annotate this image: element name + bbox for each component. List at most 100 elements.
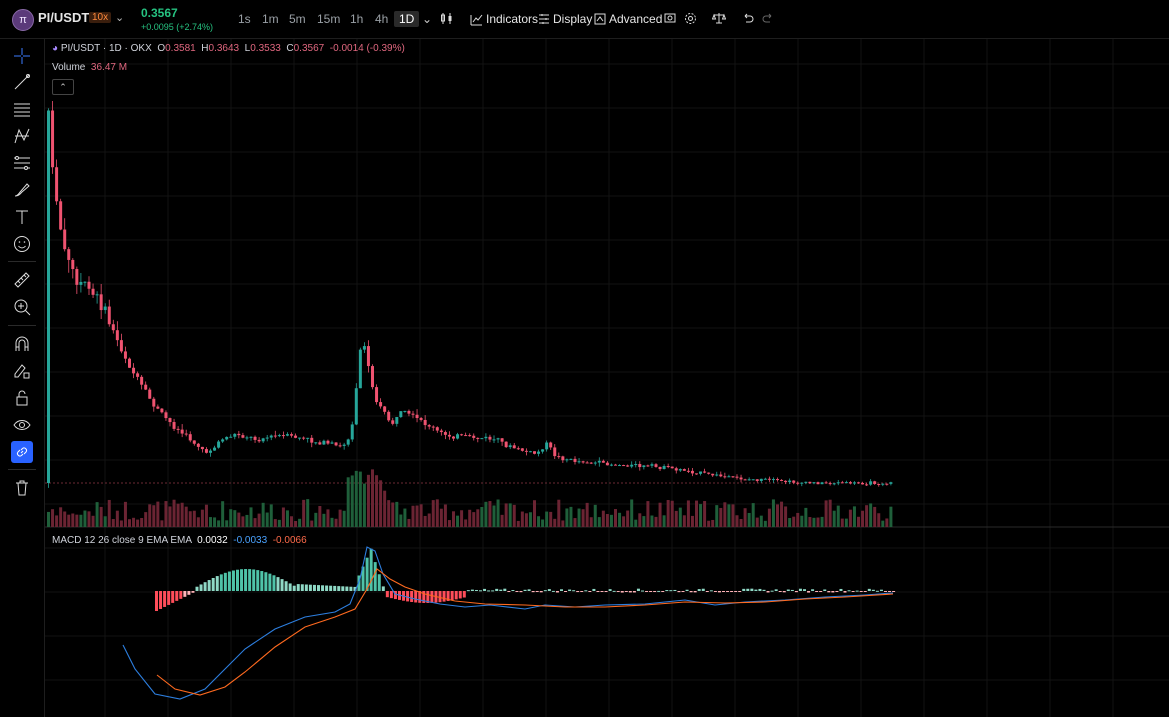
toolbar-divider — [8, 261, 36, 262]
macd-histogram-bar — [321, 585, 325, 591]
macd-histogram-bar — [843, 591, 847, 593]
timeframe-1h[interactable]: 1h — [350, 12, 363, 26]
chart-type-button[interactable] — [440, 12, 453, 25]
volume-bar — [91, 515, 95, 527]
macd-histogram-bar — [576, 591, 580, 593]
macd-histogram-bar — [661, 591, 665, 592]
ruler-tool[interactable] — [11, 269, 33, 291]
macd-histogram-bar — [276, 577, 280, 591]
macd-histogram-bar — [588, 591, 592, 592]
macd-histogram-bar — [600, 591, 604, 592]
volume-bar — [435, 499, 439, 527]
volume-bar — [520, 511, 524, 527]
redo-button[interactable] — [762, 12, 774, 24]
indicators-button[interactable]: Indicators — [470, 12, 538, 26]
coin-logo-icon: π — [12, 9, 34, 31]
volume-bar — [342, 510, 346, 527]
volume-bar — [686, 500, 690, 527]
price-chart[interactable] — [45, 39, 1169, 717]
candle-body — [452, 436, 455, 439]
open-value: 0.3581 — [165, 43, 196, 54]
timeframe-5m[interactable]: 5m — [289, 12, 306, 26]
volume-bar — [209, 517, 212, 527]
candle-body — [180, 429, 184, 434]
volume-bar — [699, 504, 703, 527]
horizontal-lines-tool[interactable] — [11, 98, 33, 120]
candle-body — [537, 451, 541, 454]
symbol-name[interactable]: PI/USDT — [38, 10, 89, 25]
crosshair-tool[interactable] — [11, 45, 33, 67]
candle-body — [71, 259, 75, 270]
volume-bar — [524, 513, 528, 527]
volume-bar — [666, 500, 670, 527]
macd-histogram-bar — [280, 579, 284, 591]
snapshot-button[interactable] — [664, 12, 676, 24]
volume-bar — [217, 520, 221, 527]
timeframe-1s[interactable]: 1s — [238, 12, 251, 26]
volume-bar — [148, 504, 152, 527]
display-button[interactable]: Display — [538, 12, 592, 26]
volume-bar — [731, 504, 735, 527]
advanced-button[interactable]: Advanced — [594, 12, 662, 26]
advanced-label: Advanced — [609, 12, 663, 26]
volume-bar — [889, 506, 893, 527]
compare-button[interactable] — [712, 12, 726, 24]
timeframe-1m[interactable]: 1m — [262, 12, 279, 26]
emoji-tool[interactable] — [11, 233, 33, 255]
candles — [47, 101, 893, 488]
volume-bar — [391, 502, 395, 527]
candle-body — [439, 430, 443, 433]
delete-tool[interactable] — [11, 477, 33, 499]
candle-body — [824, 482, 828, 484]
timeframe-15m[interactable]: 15m — [317, 12, 340, 26]
candle-body — [79, 281, 83, 285]
candle-body — [877, 483, 881, 485]
volume-bar — [245, 514, 249, 527]
candle-body — [865, 484, 869, 486]
undo-button[interactable] — [742, 12, 754, 24]
volume-bar — [180, 502, 184, 527]
collapse-legend-button[interactable]: ⌃ — [52, 79, 74, 95]
lock-drawings-tool[interactable] — [11, 360, 33, 382]
macd-histogram-bar — [414, 591, 418, 603]
redo-icon — [762, 13, 772, 23]
chevron-down-icon[interactable]: ⌄ — [115, 11, 124, 24]
volume-bar — [881, 520, 885, 527]
macd-histogram-bar — [669, 590, 673, 592]
volume-bar — [824, 500, 828, 527]
volume-bar — [763, 520, 767, 527]
volume-bar — [456, 515, 460, 527]
timeframe-dropdown-icon[interactable]: ⌄ — [422, 12, 432, 26]
timeframe-1d[interactable]: 1D — [394, 11, 420, 27]
volume-bar — [727, 504, 731, 527]
volume-bar — [755, 517, 759, 527]
settings-button[interactable] — [684, 12, 697, 25]
pattern-tool[interactable] — [11, 125, 33, 147]
magnet-tool[interactable] — [11, 333, 33, 355]
macd-histogram-bar — [782, 591, 786, 593]
fib-tool[interactable] — [11, 152, 33, 174]
link-tool[interactable] — [11, 441, 33, 463]
candle-body — [800, 482, 804, 484]
candle-body — [346, 439, 350, 445]
trendline-tool[interactable] — [11, 71, 33, 93]
candle-body — [460, 434, 464, 436]
candle-body — [804, 481, 808, 483]
macd-histogram-bar — [312, 584, 316, 591]
zoom-in-tool[interactable] — [11, 296, 33, 318]
lock-tool[interactable] — [11, 387, 33, 409]
volume-bar — [55, 515, 59, 527]
volume-bar — [164, 501, 168, 527]
brush-tool[interactable] — [11, 179, 33, 201]
macd-histogram-bar — [750, 588, 754, 591]
volume-bar — [326, 509, 330, 527]
candle-body — [812, 482, 816, 484]
volume-bar — [415, 505, 419, 527]
volume-bar — [496, 499, 500, 527]
volume-bar — [828, 499, 832, 527]
text-tool[interactable] — [11, 206, 33, 228]
lock-icon — [16, 390, 28, 406]
macd-histogram-bar — [839, 588, 843, 591]
timeframe-4h[interactable]: 4h — [375, 12, 388, 26]
visibility-tool[interactable] — [11, 414, 33, 436]
